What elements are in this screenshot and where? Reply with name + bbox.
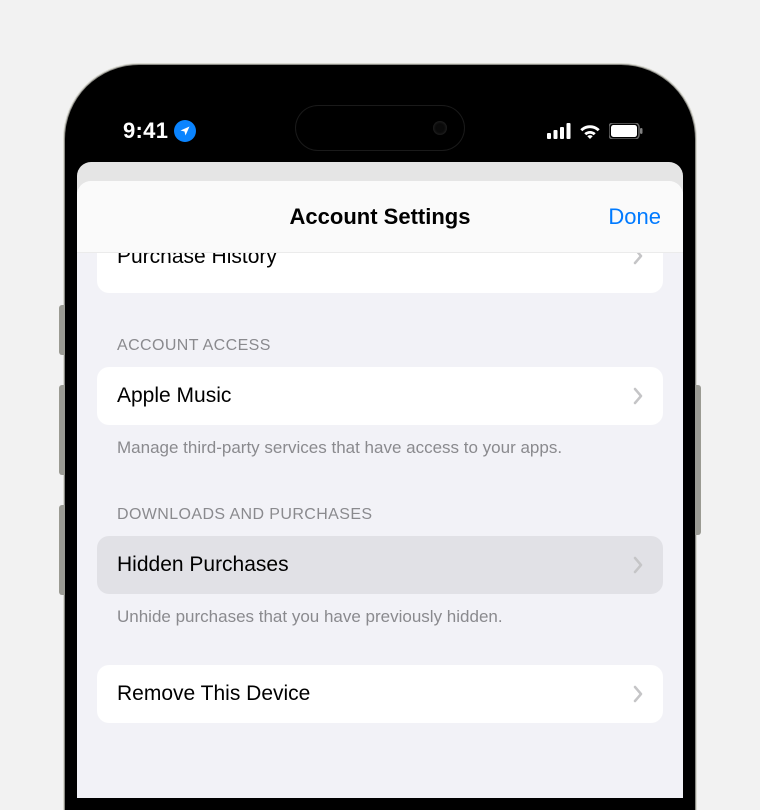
sheet-header: Account Settings Done [77, 181, 683, 253]
downloads-group: Hidden Purchases [97, 536, 663, 594]
cellular-icon [547, 123, 571, 139]
dynamic-island [295, 105, 465, 151]
purchase-history-label: Purchase History [117, 253, 277, 269]
content-scroll[interactable]: Purchase History ACCOUNT ACCESS Apple Mu… [77, 253, 683, 723]
hidden-purchases-label: Hidden Purchases [117, 553, 289, 577]
chevron-right-icon [633, 387, 643, 405]
phone-frame: 9:41 [65, 65, 695, 810]
location-icon [174, 120, 196, 142]
remove-device-group: Remove This Device [97, 665, 663, 723]
apple-music-row[interactable]: Apple Music [97, 367, 663, 425]
battery-icon [609, 123, 643, 139]
remove-device-label: Remove This Device [117, 682, 310, 706]
status-right [547, 123, 643, 139]
mute-switch [59, 305, 65, 355]
apple-music-label: Apple Music [117, 384, 231, 408]
done-button[interactable]: Done [608, 204, 661, 230]
purchase-history-row[interactable]: Purchase History [97, 253, 663, 293]
camera-icon [433, 121, 447, 135]
status-time: 9:41 [123, 118, 168, 144]
wifi-icon [579, 123, 601, 139]
chevron-right-icon [633, 253, 643, 265]
remove-device-row[interactable]: Remove This Device [97, 665, 663, 723]
page-title: Account Settings [290, 204, 471, 230]
account-settings-sheet: Account Settings Done Purchase History A… [77, 181, 683, 798]
chevron-right-icon [633, 685, 643, 703]
status-left: 9:41 [123, 118, 196, 144]
side-buttons-right [695, 385, 701, 535]
side-buttons-left [59, 305, 65, 625]
screen: 9:41 [77, 77, 683, 798]
volume-down-button [59, 505, 65, 595]
account-access-footer: Manage third-party services that have ac… [97, 437, 663, 460]
power-button [695, 385, 701, 535]
downloads-footer: Unhide purchases that you have previousl… [97, 606, 663, 629]
hidden-purchases-row[interactable]: Hidden Purchases [97, 536, 663, 594]
section-header-downloads: DOWNLOADS AND PURCHASES [97, 506, 663, 524]
section-header-account-access: ACCOUNT ACCESS [97, 337, 663, 355]
account-access-group: Apple Music [97, 367, 663, 425]
chevron-right-icon [633, 556, 643, 574]
volume-up-button [59, 385, 65, 475]
